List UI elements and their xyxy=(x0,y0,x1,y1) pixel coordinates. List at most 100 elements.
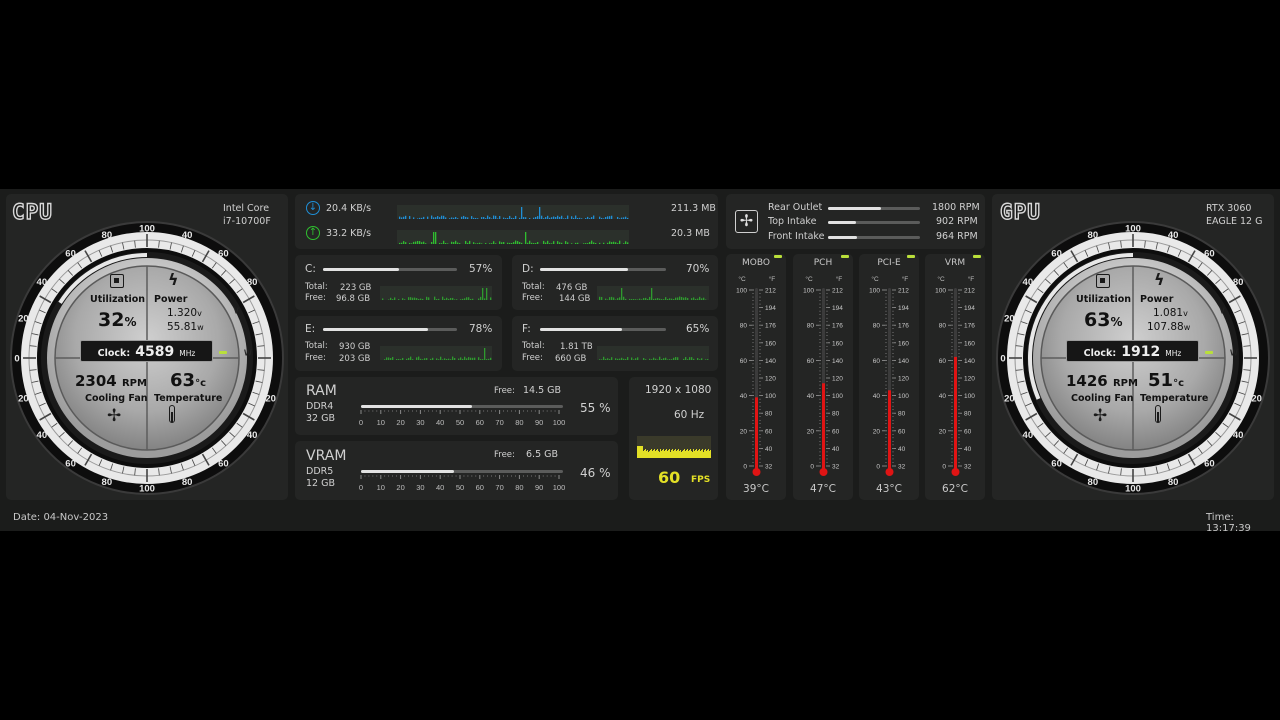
fahrenheit-tick-label: 32 xyxy=(898,464,906,471)
fps-bar xyxy=(673,451,674,458)
thermometer-value: 47°C xyxy=(810,483,836,495)
fahrenheit-unit: °F xyxy=(968,275,975,283)
fahrenheit-tick-label: 100 xyxy=(898,393,909,400)
thermometer-name: MOBO xyxy=(742,258,770,268)
graph-bar xyxy=(691,298,693,300)
scale-label: 80 xyxy=(515,418,523,427)
gauge-scale-label: 40 xyxy=(37,430,48,441)
graph-bar xyxy=(505,218,507,219)
graph-bar xyxy=(466,358,468,360)
graph-bar xyxy=(439,243,441,244)
fahrenheit-tick-label: 40 xyxy=(832,446,840,453)
celsius-tick-label: 100 xyxy=(869,288,880,295)
fan-front-intake-name: Front Intake xyxy=(768,231,825,242)
graph-bar xyxy=(603,242,605,244)
thermometer-panel-pcie: PCI-E °C °F 100 80 60 40 20 0 212 194 176 160 140 120 1… xyxy=(859,254,919,500)
thermometer-scale: °C °F 100 80 60 40 20 0 212 194 176 160 140 120 100 80 6… xyxy=(803,275,843,476)
gpu-clock-led xyxy=(1205,351,1213,354)
graph-bar xyxy=(643,298,645,300)
graph-bar xyxy=(659,298,661,300)
thermometer-value: 62°C xyxy=(942,483,968,495)
thermometer-panel-pch: PCH °C °F 100 80 60 40 20 0 212 194 176 160 140 120 100… xyxy=(793,254,853,500)
gauge-scale-label: 60 xyxy=(218,459,229,470)
graph-bar xyxy=(431,215,433,219)
graph-bar xyxy=(436,358,438,360)
celsius-tick-label: 20 xyxy=(939,428,947,435)
fps-bar xyxy=(637,446,638,458)
graph-bar xyxy=(425,243,427,244)
graph-bar xyxy=(448,358,450,360)
celsius-tick-label: 0 xyxy=(876,464,880,471)
graph-bar xyxy=(615,242,617,244)
cpu-voltage: 1.320v xyxy=(167,307,202,319)
scale-label: 50 xyxy=(456,483,464,492)
scale-label: 30 xyxy=(416,483,424,492)
graph-bar xyxy=(671,298,673,300)
fahrenheit-tick-label: 160 xyxy=(964,340,975,347)
gauge-scale-label: 60 xyxy=(1051,248,1062,259)
fahrenheit-tick-label: 80 xyxy=(964,411,972,418)
scale-label: 20 xyxy=(396,418,404,427)
graph-bar xyxy=(403,216,405,219)
graph-bar xyxy=(416,298,418,300)
watt-marker: W xyxy=(244,349,252,358)
graph-bar xyxy=(480,296,482,300)
graph-bar xyxy=(531,242,533,244)
graph-bar xyxy=(464,356,466,360)
graph-bar xyxy=(591,240,593,244)
graph-bar xyxy=(535,243,537,244)
graph-bar xyxy=(472,357,474,360)
graph-bar xyxy=(497,218,499,219)
scale-label: 70 xyxy=(495,483,503,492)
gauge-scale-label: 20 xyxy=(1004,313,1015,324)
graph-bar xyxy=(428,297,430,300)
fahrenheit-tick-label: 176 xyxy=(898,323,909,330)
fahrenheit-tick-label: 60 xyxy=(964,428,972,435)
display-refresh: 60 Hz xyxy=(674,409,705,421)
graph-bar xyxy=(609,358,611,360)
celsius-unit: °C xyxy=(805,275,813,283)
vram-panel: VRAM DDR5 12 GB Free: 6.5 GB 0 10 20 30 40 50… xyxy=(295,441,618,500)
fan-rear-outlet-rpm: 1800 RPM xyxy=(932,202,980,213)
gauge-scale-label: 20 xyxy=(18,394,29,405)
graph-bar xyxy=(635,358,637,360)
graph-bar xyxy=(601,359,603,360)
fps-bar xyxy=(676,451,677,458)
graph-bar xyxy=(685,297,687,300)
fahrenheit-tick-label: 176 xyxy=(964,323,975,330)
graph-bar xyxy=(392,356,394,360)
graph-bar xyxy=(399,216,401,219)
graph-bar xyxy=(547,215,549,219)
graph-bar xyxy=(521,242,523,244)
graph-bar xyxy=(543,240,545,244)
fps-bar xyxy=(642,446,643,458)
graph-bar xyxy=(649,358,651,360)
celsius-tick-label: 0 xyxy=(743,464,747,471)
graph-bar xyxy=(420,298,422,300)
graph-bar xyxy=(382,298,384,300)
drive-d-usage-bar xyxy=(540,268,666,271)
fps-bar xyxy=(678,449,679,458)
cpu-panel: CPU Intel Core i7-10700F 100 80 60 40 20… xyxy=(6,194,288,500)
graph-bar xyxy=(667,359,669,360)
graph-bar xyxy=(419,217,421,219)
celsius-tick-label: 100 xyxy=(803,288,814,295)
graph-bar xyxy=(639,298,641,300)
graph-bar xyxy=(405,215,407,219)
fps-bar xyxy=(670,452,671,458)
graph-bar xyxy=(419,241,421,244)
graph-bar xyxy=(613,297,615,300)
graph-bar xyxy=(623,296,625,300)
fps-bar xyxy=(686,450,687,458)
drive-c-percent: 57% xyxy=(469,263,493,275)
fahrenheit-tick-label: 40 xyxy=(898,446,906,453)
cpu-power-label: Power xyxy=(154,294,188,305)
graph-bar xyxy=(491,218,493,219)
graph-bar xyxy=(617,298,619,300)
celsius-tick-label: 40 xyxy=(939,393,947,400)
scale-label: 100 xyxy=(553,418,566,427)
drive-e-panel: E: 78% Total: Free: 930 GB 203 GB xyxy=(295,316,502,371)
graph-bar xyxy=(571,243,573,244)
graph-bar xyxy=(607,299,609,300)
gpu-clock-box: Clock: 1912 MHz xyxy=(1066,340,1199,362)
